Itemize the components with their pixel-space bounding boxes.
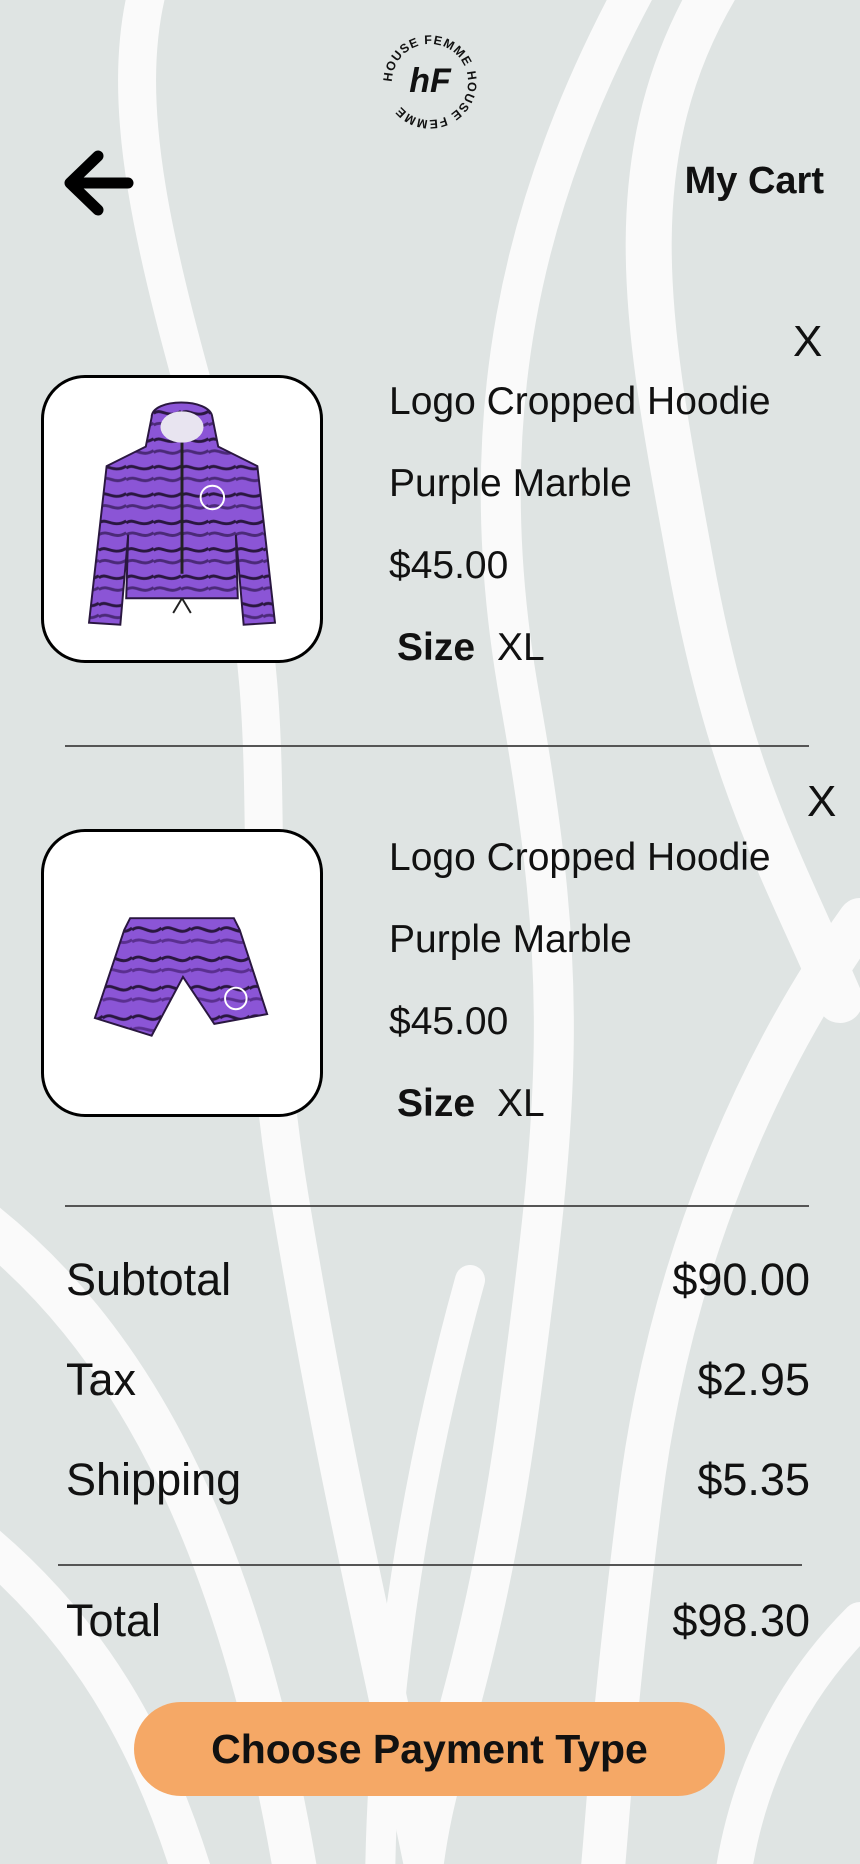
remove-item-button[interactable]: X: [807, 780, 836, 824]
product-image-hoodie[interactable]: [41, 375, 323, 663]
size-value: XL: [497, 626, 545, 669]
cropped-hoodie-icon: [87, 401, 277, 626]
divider: [65, 745, 809, 747]
remove-item-button[interactable]: X: [793, 320, 822, 364]
shorts-icon: [93, 917, 269, 1037]
item-color: Purple Marble: [389, 918, 632, 961]
choose-payment-button[interactable]: Choose Payment Type: [134, 1702, 725, 1796]
shipping-label: Shipping: [66, 1454, 242, 1505]
shipping-row: Shipping $5.35: [66, 1454, 810, 1506]
brand-logo: HOUSE FEMME HOUSE FEMME hF: [381, 33, 479, 131]
size-value: XL: [497, 1082, 545, 1125]
tax-row: Tax $2.95: [66, 1354, 810, 1406]
total-value: $98.30: [672, 1595, 810, 1646]
item-name: Logo Cropped Hoodie: [389, 380, 771, 423]
subtotal-value: $90.00: [672, 1254, 810, 1305]
divider: [58, 1564, 802, 1566]
shipping-value: $5.35: [697, 1454, 810, 1505]
item-size-row: Size XL: [389, 1063, 771, 1145]
item-name: Logo Cropped Hoodie: [389, 836, 771, 879]
total-label: Total: [66, 1595, 162, 1646]
logo-mark: hF: [409, 62, 452, 100]
item-size-row: Size XL: [389, 607, 771, 689]
page-title: My Cart: [684, 160, 824, 202]
item-price: $45.00: [389, 1000, 509, 1043]
product-image-shorts[interactable]: [41, 829, 323, 1117]
subtotal-label: Subtotal: [66, 1254, 232, 1305]
divider: [65, 1205, 809, 1207]
cart-item: Logo Cropped Hoodie Purple Marble $45.00…: [389, 361, 771, 689]
total-row: Total $98.30: [66, 1595, 810, 1647]
size-label: Size: [397, 1082, 476, 1125]
subtotal-row: Subtotal $90.00: [66, 1254, 810, 1306]
back-arrow-icon[interactable]: [58, 148, 134, 218]
size-label: Size: [397, 626, 476, 669]
item-color: Purple Marble: [389, 462, 632, 505]
cart-item: Logo Cropped Hoodie Purple Marble $45.00…: [389, 817, 771, 1145]
item-price: $45.00: [389, 544, 509, 587]
tax-value: $2.95: [697, 1354, 810, 1405]
tax-label: Tax: [66, 1354, 137, 1405]
